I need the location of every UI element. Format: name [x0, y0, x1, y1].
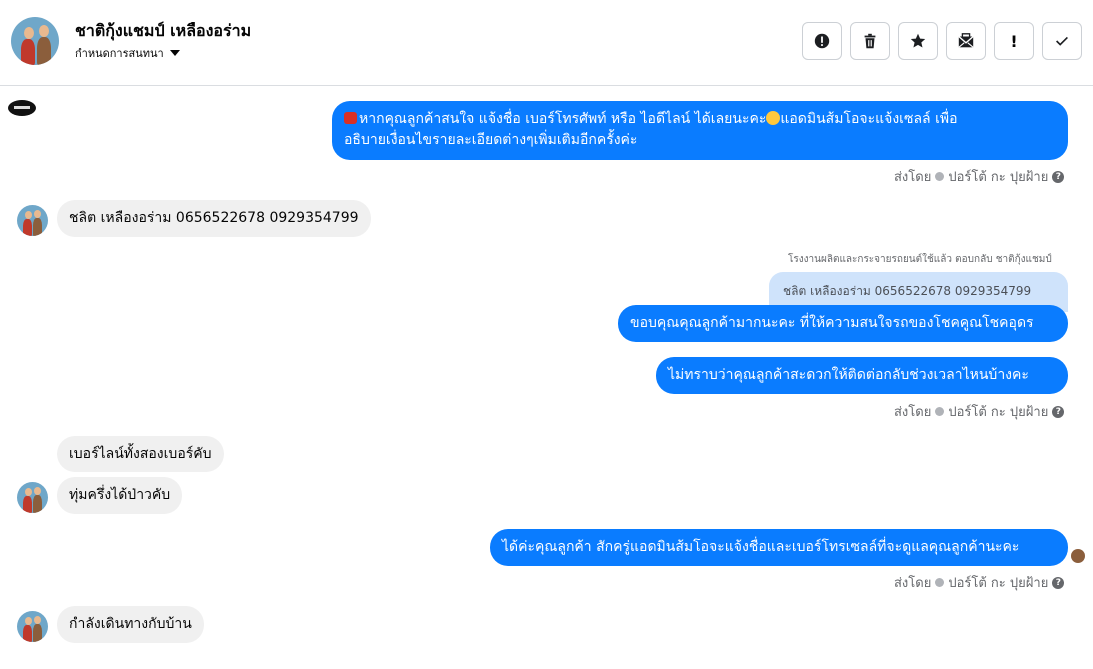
outgoing-message[interactable]: หากคุณลูกค้าสนใจ แจ้งชื่อ เบอร์โทรศัพท์ …	[332, 101, 1068, 160]
sender-name[interactable]: ปอร์โต้ กะ ปุยฝ้าย	[948, 401, 1048, 422]
status-icon	[935, 578, 945, 587]
alert-circle-icon	[814, 33, 830, 49]
message-line: หากคุณลูกค้าสนใจ แจ้งชื่อ เบอร์โทรศัพท์ …	[344, 109, 1056, 130]
outgoing-message[interactable]: ขอบคุณคุณลูกค้ามากนะคะ ที่ให้ความสนใจรถข…	[618, 305, 1068, 342]
incoming-message[interactable]: ชลิต เหลืองอร่าม 0656522678 0929354799	[57, 200, 371, 237]
telephone-icon	[344, 112, 357, 124]
incoming-message[interactable]: ทุ่มครึ่งได้ป่าวคับ	[57, 477, 183, 514]
caret-down-icon	[169, 50, 180, 56]
contact-name[interactable]: ชาติกุ้งแชมป์ เหลืองอร่าม	[75, 19, 251, 44]
outgoing-message[interactable]: ได้ค่ะคุณลูกค้า สักครู่แอดมินส้มโอจะแจ้ง…	[490, 529, 1068, 566]
status-icon	[935, 172, 945, 181]
star-button[interactable]	[898, 22, 938, 60]
contact-avatar[interactable]	[17, 205, 48, 236]
conversation-assign-dropdown[interactable]: กำหนดการสนทนา	[75, 44, 180, 62]
exclamation-icon: !	[1010, 31, 1018, 51]
conversation-assign-label: กำหนดการสนทนา	[75, 47, 164, 60]
mark-done-button[interactable]	[1042, 22, 1082, 60]
sent-by-meta: ส่งโดย ปอร์โต้ กะ ปุยฝ้าย ?	[894, 166, 1065, 187]
contact-avatar[interactable]	[17, 482, 48, 513]
help-icon[interactable]: ?	[1052, 576, 1065, 589]
help-icon[interactable]: ?	[1052, 405, 1065, 418]
sent-by-meta: ส่งโดย ปอร์โต้ กะ ปุยฝ้าย ?	[894, 572, 1065, 593]
trash-icon	[864, 33, 876, 49]
delete-button[interactable]	[850, 22, 890, 60]
outgoing-message[interactable]: ไม่ทราบว่าคุณลูกค้าสะดวกให้ติดต่อกลับช่ว…	[656, 357, 1068, 394]
sent-by-meta: ส่งโดย ปอร์โต้ กะ ปุยฝ้าย ?	[894, 401, 1065, 422]
message-line: อธิบายเงื่อนไขรายละเอียดต่างๆเพิ่มเติมอี…	[344, 132, 638, 148]
contact-avatar[interactable]	[11, 17, 59, 65]
read-receipt-avatar	[1071, 549, 1085, 563]
contact-avatar[interactable]	[17, 611, 48, 642]
incoming-message[interactable]: เบอร์ไลน์ทั้งสองเบอร์คับ	[57, 436, 224, 472]
conversation-header: ชาติกุ้งแชมป์ เหลืองอร่าม กำหนดการสนทนา …	[0, 0, 1093, 86]
reply-note: โรงงานผลิตและกระจายรถยนต์ใช้แล้ว ตอบกลับ…	[788, 254, 1052, 265]
sender-name[interactable]: ปอร์โต้ กะ ปุยฝ้าย	[948, 572, 1048, 593]
report-button[interactable]	[802, 22, 842, 60]
incoming-message[interactable]: กำลังเดินทางกับบ้าน	[57, 606, 204, 643]
help-icon[interactable]: ?	[1052, 170, 1065, 183]
status-icon	[935, 407, 945, 416]
mail-icon	[958, 33, 974, 48]
smiling-face-icon	[766, 111, 781, 125]
sender-name[interactable]: ปอร์โต้ กะ ปุยฝ้าย	[948, 166, 1048, 187]
star-icon	[910, 33, 926, 48]
page-logo	[8, 100, 36, 116]
mark-spam-button[interactable]: !	[994, 22, 1034, 60]
check-icon	[1056, 36, 1068, 46]
mark-unread-button[interactable]	[946, 22, 986, 60]
